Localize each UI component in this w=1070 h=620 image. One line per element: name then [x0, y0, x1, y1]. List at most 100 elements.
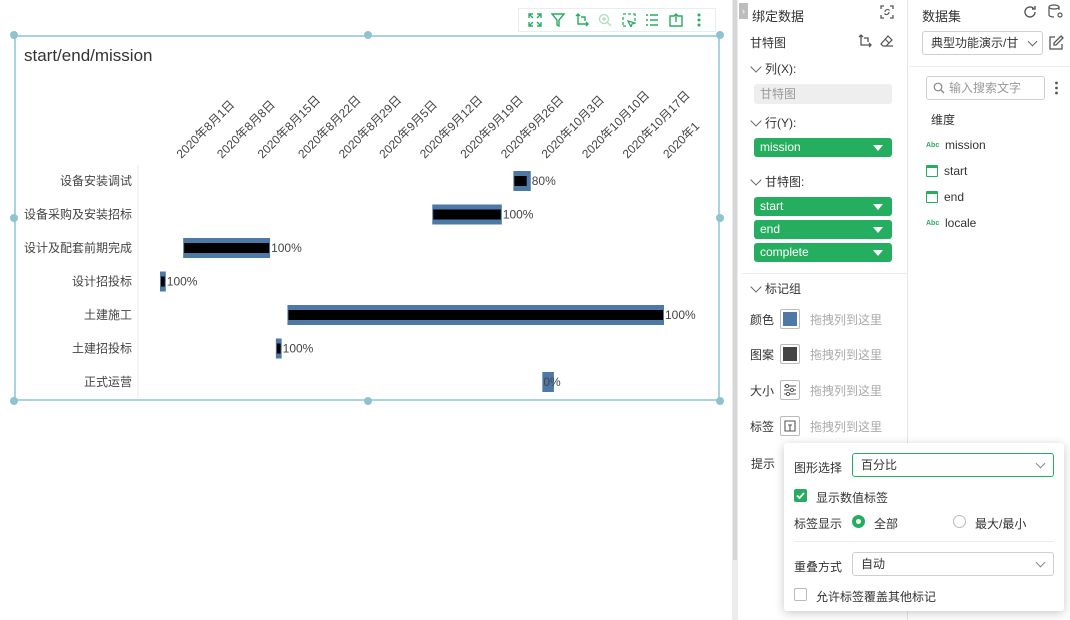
allow-overlap-text: 允许标签覆盖其他标记: [816, 590, 937, 604]
shape-select-label: 图形选择: [794, 461, 843, 475]
progress-bar: [161, 276, 165, 287]
drop-zone[interactable]: 拖拽列到这里: [810, 311, 882, 328]
chevron-down-icon[interactable]: [750, 280, 762, 293]
refresh-icon[interactable]: [1022, 4, 1038, 23]
chevron-down-icon: [1035, 557, 1046, 568]
drop-zone[interactable]: 拖拽列到这里: [810, 346, 882, 363]
dimension-item-start[interactable]: start: [926, 162, 967, 180]
overlap-select[interactable]: 自动: [852, 552, 1054, 576]
mark-label: 图案: [750, 347, 775, 362]
dataset-select-value: 典型功能演示/甘: [931, 36, 1019, 50]
chart-type-switch-icon[interactable]: [858, 34, 872, 51]
row-field-name: mission: [760, 140, 801, 154]
tooltip-row-label: 提示: [751, 457, 776, 471]
color-swatch-icon[interactable]: [780, 309, 800, 329]
progress-bar: [288, 310, 663, 320]
data-label: 100%: [503, 208, 534, 222]
show-value-label-text: 显示数值标签: [816, 491, 889, 505]
overlap-label: 重叠方式: [794, 560, 843, 574]
dimension-name: locale: [945, 216, 977, 230]
overlap-select-value: 自动: [861, 557, 886, 571]
y-category-label: 土建施工: [84, 308, 132, 322]
chevron-down-icon: [1027, 36, 1038, 47]
data-label: 80%: [532, 174, 556, 188]
pill-dropdown-icon[interactable]: [873, 145, 883, 151]
chart-canvas: start/end/mission 2020年8月1日 2020年8月8日 2020…: [0, 0, 732, 620]
dimension-name: mission: [945, 138, 986, 152]
shape-select-value: 百分比: [861, 458, 898, 472]
x-tick-label: 2020年1: [660, 119, 702, 161]
chevron-down-icon[interactable]: [750, 173, 762, 186]
radio-maxmin[interactable]: [953, 515, 966, 528]
size-icon[interactable]: [780, 380, 800, 400]
row-section-label: 行(Y):: [750, 114, 797, 131]
label-display-label: 标签显示: [794, 517, 843, 531]
gantt-start-pill[interactable]: start: [754, 197, 892, 216]
date-type-icon: [926, 165, 938, 177]
progress-bar: [433, 209, 501, 220]
shape-select[interactable]: 百分比: [852, 453, 1054, 477]
switch-binding-icon[interactable]: [879, 4, 895, 23]
dimension-item-locale[interactable]: Abc locale: [926, 214, 976, 232]
progress-bar: [514, 176, 527, 186]
radio-all[interactable]: [852, 515, 865, 528]
label-icon[interactable]: [780, 416, 800, 436]
label-settings-popup: 图形选择 百分比 显示数值标签 标签显示 全部 最大/最小 重叠方式 自动 允许…: [784, 443, 1064, 611]
mark-label: 标签: [750, 419, 775, 434]
pill-dropdown-icon[interactable]: [873, 250, 883, 256]
collapse-panel-button[interactable]: ›: [739, 3, 748, 19]
chevron-down-icon[interactable]: [750, 114, 762, 127]
allow-overlap-checkbox[interactable]: [794, 588, 807, 601]
gantt-field-name: start: [760, 199, 784, 213]
splitter-grip[interactable]: [733, 0, 737, 560]
progress-bar: [276, 343, 281, 354]
drop-zone[interactable]: 拖拽列到这里: [810, 418, 882, 435]
gantt-complete-pill[interactable]: complete: [754, 243, 892, 262]
column-field[interactable]: 甘特图: [754, 84, 892, 104]
radio-all-label: 全部: [874, 517, 899, 531]
radio-maxmin-label: 最大/最小: [975, 517, 1027, 531]
column-section-label: 列(X):: [750, 60, 797, 77]
marks-label: 标记组: [765, 282, 802, 296]
gantt-chart: 2020年8月1日2020年8月8日2020年8月15日2020年8月22日20…: [24, 88, 702, 398]
dataset-settings-icon[interactable]: [1047, 4, 1065, 23]
gantt-end-pill[interactable]: end: [754, 220, 892, 239]
mark-label: 大小: [750, 383, 775, 398]
chart-type-label: 甘特图: [750, 36, 787, 50]
column-label: 列(X):: [765, 62, 797, 76]
eraser-icon[interactable]: [880, 34, 894, 51]
divider: [909, 66, 1070, 67]
search-input[interactable]: [949, 79, 1043, 97]
show-value-label-checkbox[interactable]: [794, 489, 807, 502]
progress-bar: [184, 243, 270, 253]
data-label: 100%: [167, 275, 198, 289]
row-label: 行(Y):: [765, 116, 797, 130]
pill-dropdown-icon[interactable]: [873, 227, 883, 233]
dimension-item-mission[interactable]: Abc mission: [926, 136, 986, 154]
y-category-label: 土建招投标: [72, 341, 132, 356]
y-category-label: 设备安装调试: [60, 173, 132, 188]
dataset-select[interactable]: 典型功能演示/甘: [922, 31, 1043, 55]
edit-dataset-icon[interactable]: [1049, 35, 1064, 53]
y-category-label: 正式运营: [84, 375, 132, 389]
y-category-label: 设计招投标: [72, 274, 132, 289]
drop-zone[interactable]: 拖拽列到这里: [810, 382, 882, 399]
y-category-label: 设计及配套前期完成: [24, 240, 132, 255]
gantt-label: 甘特图:: [765, 175, 805, 189]
mark-row-label: 标签 拖拽列到这里: [750, 414, 910, 438]
divider: [794, 541, 1054, 542]
pill-dropdown-icon[interactable]: [873, 204, 883, 210]
search-box: [926, 76, 1045, 100]
marks-section-label: 标记组: [750, 280, 802, 297]
data-label: 0%: [543, 375, 561, 389]
pattern-swatch-icon[interactable]: [780, 344, 800, 364]
gantt-field-name: complete: [760, 245, 809, 259]
gantt-section-label: 甘特图:: [750, 173, 805, 190]
gantt-field-name: end: [760, 222, 781, 236]
chevron-down-icon[interactable]: [750, 60, 762, 73]
dimension-item-end[interactable]: end: [926, 188, 964, 206]
chevron-down-icon: [1035, 458, 1046, 469]
more-options-icon[interactable]: [1054, 80, 1059, 99]
row-field-pill[interactable]: mission: [754, 138, 892, 157]
mark-row-color: 颜色 拖拽列到这里: [750, 307, 910, 331]
